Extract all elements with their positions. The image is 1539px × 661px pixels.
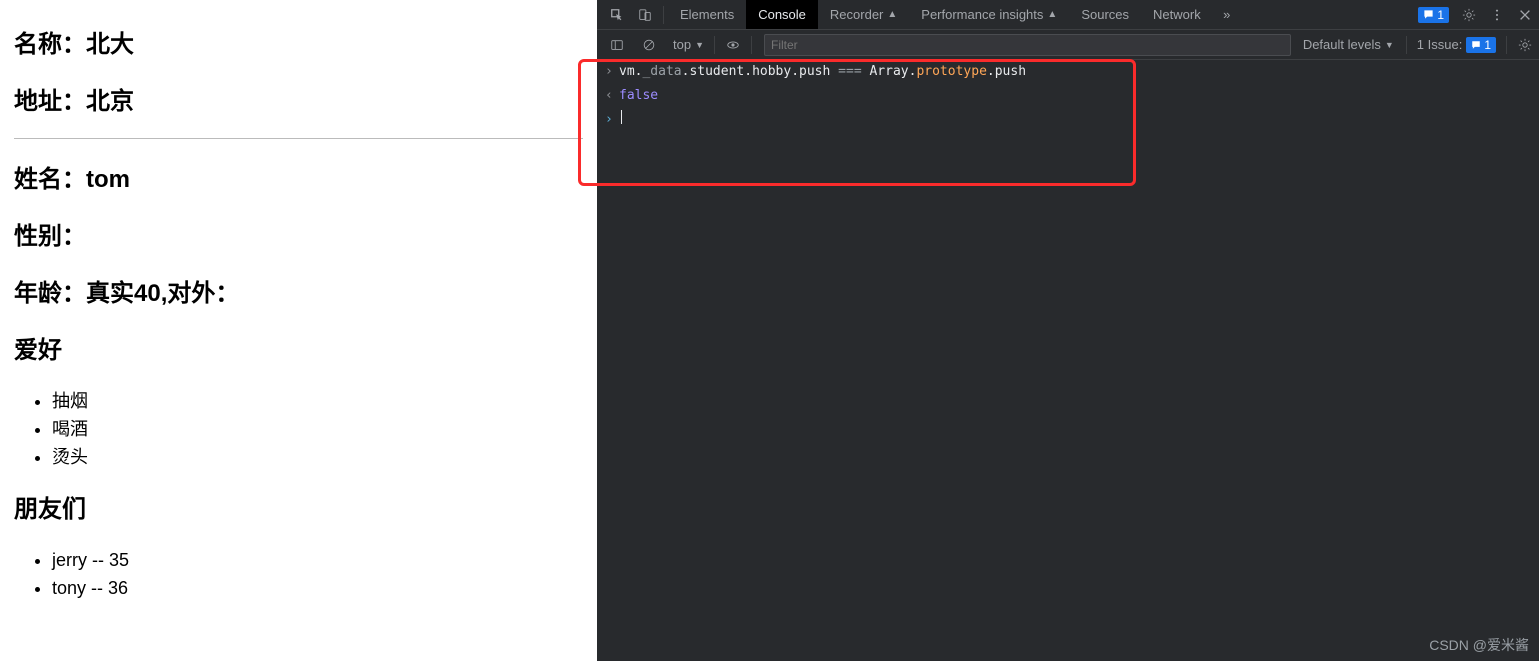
context-label: top (673, 37, 691, 52)
device-toggle-icon[interactable] (631, 0, 659, 29)
addr-line: 地址：北京 (14, 81, 583, 116)
tab-network[interactable]: Network (1141, 0, 1213, 29)
sex-line: 性别： (14, 216, 583, 251)
tab-elements[interactable]: Elements (668, 0, 746, 29)
pname-label: 姓名： (14, 166, 86, 193)
issue-badge[interactable]: 1 (1418, 7, 1449, 23)
name-value: 北大 (86, 31, 134, 58)
pname-value: tom (86, 166, 130, 193)
list-item: 抽烟 (52, 387, 583, 415)
watermark: CSDN @爱米酱 (1429, 635, 1529, 655)
levels-label: Default levels (1303, 37, 1381, 52)
context-selector[interactable]: top ▼ (667, 37, 710, 52)
separator (751, 36, 752, 54)
kebab-menu-icon[interactable] (1483, 0, 1511, 29)
close-icon[interactable] (1511, 0, 1539, 29)
filter-input[interactable] (764, 34, 1291, 56)
tab-recorder[interactable]: Recorder ▲ (818, 0, 909, 29)
devtools-panel: Elements Console Recorder ▲ Performance i… (597, 0, 1539, 661)
settings-icon[interactable] (1455, 0, 1483, 29)
live-expression-icon[interactable] (719, 30, 747, 59)
console-output-row: false (597, 84, 1539, 108)
list-item: tony -- 36 (52, 574, 583, 602)
console-prompt-row[interactable] (597, 108, 1539, 132)
clear-console-icon[interactable] (635, 30, 663, 59)
friends-list: jerry -- 35 tony -- 36 (52, 546, 583, 602)
list-item: 烫头 (52, 443, 583, 471)
addr-label: 地址： (14, 88, 86, 115)
console-output-value: false (619, 86, 658, 106)
addr-value: 北京 (86, 88, 134, 115)
age-value: 真实40,对外： (86, 280, 239, 307)
issues-button[interactable]: 1 Issue: 1 (1411, 37, 1502, 53)
beaker-icon: ▲ (1047, 9, 1057, 20)
hobby-list: 抽烟 喝酒 烫头 (52, 387, 583, 471)
output-arrow-icon (605, 86, 619, 106)
beaker-icon: ▲ (887, 9, 897, 20)
console-input-code: vm._data.student.hobby.push === Array.pr… (619, 62, 1026, 82)
prompt-arrow-icon (605, 110, 619, 130)
pname-line: 姓名：tom (14, 159, 583, 194)
devtools-tabs: Elements Console Recorder ▲ Performance i… (597, 0, 1539, 30)
log-levels-selector[interactable]: Default levels ▼ (1295, 37, 1402, 52)
console-input-row: vm._data.student.hobby.push === Array.pr… (597, 60, 1539, 84)
tab-console[interactable]: Console (746, 0, 818, 29)
list-item: 喝酒 (52, 415, 583, 443)
name-label: 名称： (14, 31, 86, 58)
inspect-element-icon[interactable] (603, 0, 631, 29)
chevron-down-icon: ▼ (695, 40, 704, 50)
console-body[interactable]: vm._data.student.hobby.push === Array.pr… (597, 60, 1539, 661)
issues-count: 1 (1484, 38, 1491, 52)
divider (14, 138, 583, 139)
separator (1506, 36, 1507, 54)
separator (663, 6, 664, 24)
console-settings-icon[interactable] (1511, 30, 1539, 59)
issues-badge: 1 (1466, 37, 1496, 53)
sidebar-toggle-icon[interactable] (603, 30, 631, 59)
input-arrow-icon (605, 62, 619, 82)
separator (714, 36, 715, 54)
name-line: 名称：北大 (14, 24, 583, 59)
console-toolbar: top ▼ Default levels ▼ 1 Issue: 1 (597, 30, 1539, 60)
cursor (621, 110, 622, 124)
tab-performance-insights[interactable]: Performance insights ▲ (909, 0, 1069, 29)
tab-label: Recorder (830, 7, 883, 22)
page-content: 名称：北大 地址：北京 姓名：tom 性别： 年龄：真实40,对外： 爱好 抽烟… (0, 0, 597, 661)
tab-label: Performance insights (921, 7, 1043, 22)
filter-wrapper (764, 34, 1291, 56)
hobby-title: 爱好 (14, 330, 583, 365)
friends-title: 朋友们 (14, 489, 583, 524)
chevron-down-icon: ▼ (1385, 40, 1394, 50)
age-line: 年龄：真实40,对外： (14, 273, 583, 308)
list-item: jerry -- 35 (52, 546, 583, 574)
more-tabs-icon[interactable]: » (1213, 0, 1241, 29)
issue-badge-count: 1 (1437, 8, 1444, 22)
separator (1406, 36, 1407, 54)
age-label: 年龄： (14, 280, 86, 307)
tab-sources[interactable]: Sources (1069, 0, 1141, 29)
sex-label: 性别： (14, 223, 86, 250)
issues-label: 1 Issue: (1417, 37, 1463, 52)
